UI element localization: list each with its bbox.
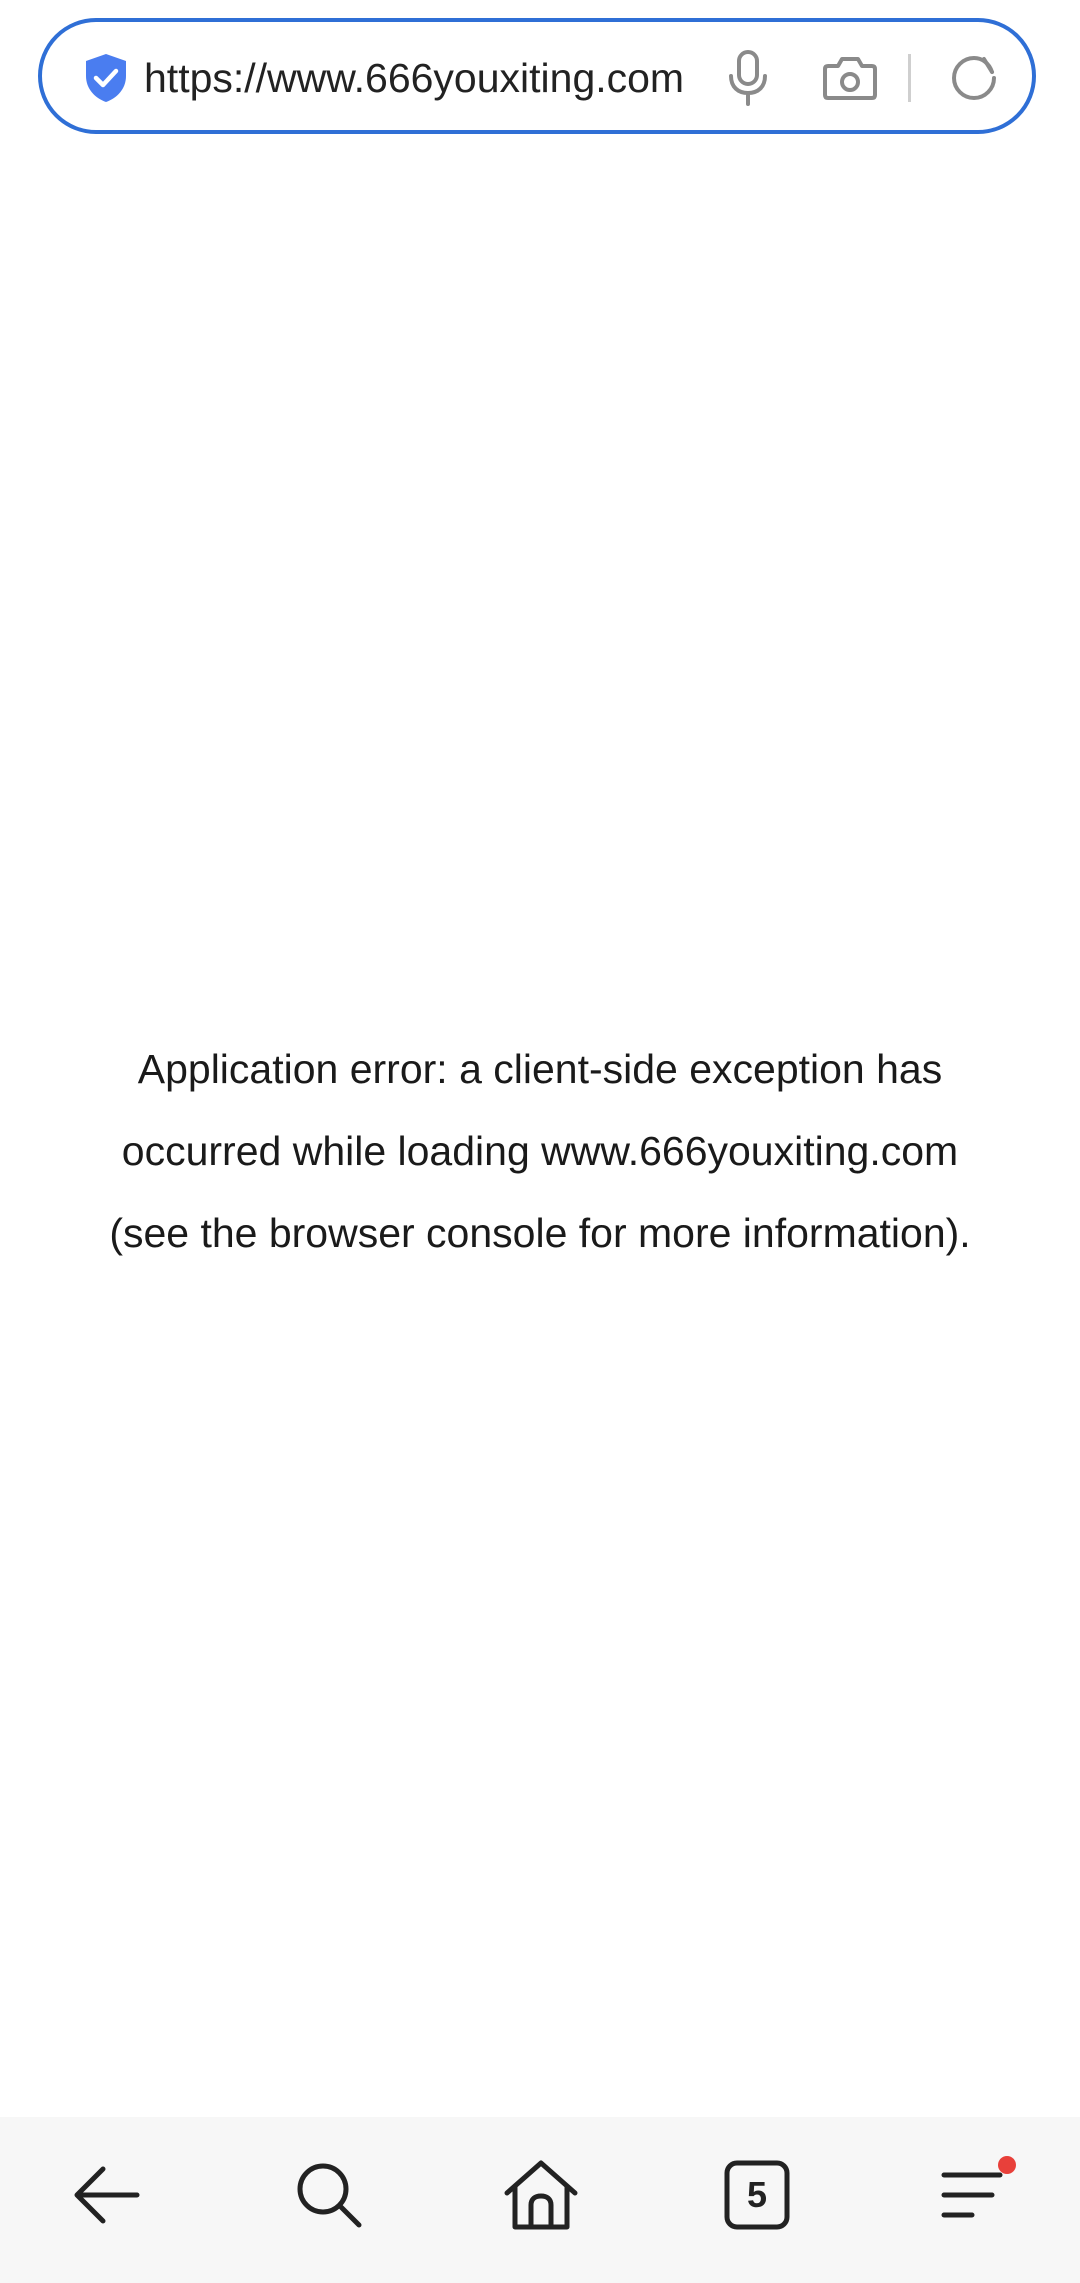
notification-dot [998,2156,1016,2174]
error-line: (see the browser console for more inform… [109,1210,971,1256]
browser-window: https://www.666youxiting.com Application… [0,0,1080,2283]
bottom-navigation-bar: 5 [0,2117,1080,2283]
error-line: occurred while loading www.666youxiting.… [121,1128,959,1174]
tabs-button[interactable]: 5 [707,2145,807,2245]
shield-check-icon[interactable] [82,52,130,104]
address-bar-divider [908,54,911,102]
error-line: Application error: a client-side excepti… [137,1046,943,1092]
address-bar[interactable]: https://www.666youxiting.com [38,18,1036,134]
back-arrow-icon [74,2166,140,2224]
reload-icon[interactable] [948,52,1000,104]
camera-icon[interactable] [822,54,878,102]
url-field[interactable]: https://www.666youxiting.com [144,46,722,110]
tab-count: 5 [746,2174,768,2215]
microphone-icon[interactable] [722,49,774,107]
search-button[interactable] [279,2145,379,2245]
home-icon [504,2160,578,2230]
error-message: Application error: a client-side excepti… [40,1028,1040,1274]
search-icon [297,2163,362,2228]
back-button[interactable] [57,2145,157,2245]
home-button[interactable] [491,2145,591,2245]
